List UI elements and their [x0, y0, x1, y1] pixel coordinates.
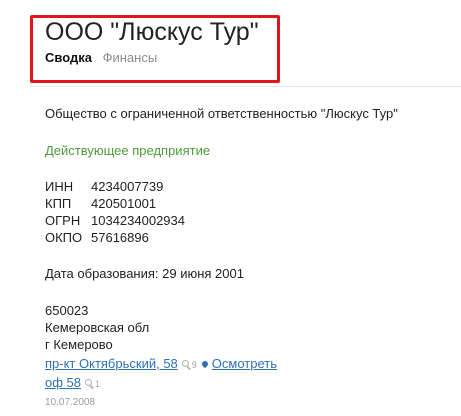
founded-date: 29 июня 2001 — [162, 266, 244, 281]
code-label: КПП — [45, 196, 72, 211]
code-row-ogrn: ОГРН 1034234002934 — [45, 213, 185, 229]
office-row: оф 58 1 — [45, 375, 105, 392]
code-value: 57616896 — [91, 230, 149, 245]
office-link[interactable]: оф 58 — [45, 375, 81, 390]
status-text: Действующее предприятие — [45, 143, 211, 158]
code-value: 420501001 — [91, 196, 157, 211]
street-row: пр-кт Октябрьский, 58 9 Осмотреть — [45, 356, 277, 373]
code-value: 1034234002934 — [91, 213, 185, 228]
search-icon[interactable] — [85, 379, 94, 388]
company-full-name: Общество с ограниченной ответственностью… — [45, 106, 398, 121]
address-region: Кемеровская обл — [45, 320, 150, 335]
company-title: ООО "Люскус Тур" — [45, 18, 259, 46]
map-pin-icon — [200, 359, 210, 369]
map-view-link[interactable]: Осмотреть — [212, 356, 277, 371]
tab-finances[interactable]: Финансы — [103, 50, 158, 65]
street-link[interactable]: пр-кт Октябрьский, 58 — [45, 356, 178, 371]
code-label: ОКПО — [45, 230, 83, 245]
office-count: 1 — [95, 379, 101, 389]
search-icon[interactable] — [181, 360, 191, 369]
header-divider — [30, 86, 461, 87]
tab-summary[interactable]: Сводка — [45, 50, 92, 65]
code-label: ИНН — [45, 179, 74, 194]
founded-row: Дата образования: 29 июня 2001 — [45, 266, 244, 282]
founded-label: Дата образования: — [45, 266, 159, 281]
address-city: г Кемерово — [45, 337, 113, 352]
updated-date: 10.07.2008 — [45, 397, 96, 408]
tab-bar: Сводка Финансы — [45, 50, 157, 66]
code-row-okpo: ОКПО 57616896 — [45, 230, 149, 246]
code-row-kpp: КПП 420501001 — [45, 196, 156, 212]
code-label: ОГРН — [45, 213, 81, 228]
code-value: 4234007739 — [91, 179, 164, 194]
postal-code: 650023 — [45, 303, 89, 318]
code-row-inn: ИНН 4234007739 — [45, 179, 163, 195]
street-count: 9 — [191, 360, 197, 370]
